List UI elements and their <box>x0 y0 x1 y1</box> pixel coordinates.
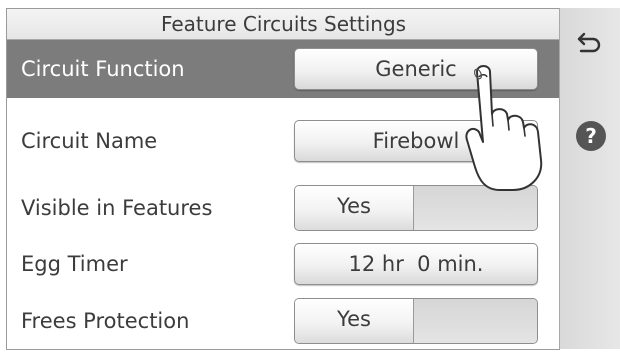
row-circuit-function[interactable]: Circuit Function Generic <box>7 40 560 98</box>
circuit-function-label: Circuit Function <box>21 57 185 81</box>
toggle-yes-option[interactable]: Yes <box>295 299 414 343</box>
visible-in-features-label: Visible in Features <box>21 196 213 220</box>
toggle-yes-option[interactable]: Yes <box>295 186 414 230</box>
settings-panel: Feature Circuits Settings Circuit Functi… <box>6 8 560 350</box>
visible-in-features-toggle[interactable]: Yes <box>294 185 538 231</box>
circuit-name-label: Circuit Name <box>21 129 158 153</box>
back-arrow-icon[interactable] <box>575 28 605 58</box>
egg-timer-button[interactable]: 12 hr 0 min. <box>294 243 538 285</box>
row-circuit-name: Circuit Name Firebowl <box>7 112 560 170</box>
row-frees-protection: Frees Protection Yes <box>7 292 560 350</box>
row-egg-timer: Egg Timer 12 hr 0 min. <box>7 235 560 293</box>
egg-timer-label: Egg Timer <box>21 252 128 276</box>
frees-protection-label: Frees Protection <box>21 309 190 333</box>
row-visible-in-features: Visible in Features Yes <box>7 179 560 237</box>
page-title: Feature Circuits Settings <box>7 9 560 40</box>
frees-protection-toggle[interactable]: Yes <box>294 298 538 344</box>
circuit-function-button[interactable]: Generic <box>294 48 538 90</box>
help-button[interactable]: ? <box>576 121 606 151</box>
circuit-name-button[interactable]: Firebowl <box>294 120 538 162</box>
toggle-off-slot[interactable] <box>414 186 537 230</box>
sidebar: ? <box>559 8 620 349</box>
toggle-off-slot[interactable] <box>414 299 537 343</box>
